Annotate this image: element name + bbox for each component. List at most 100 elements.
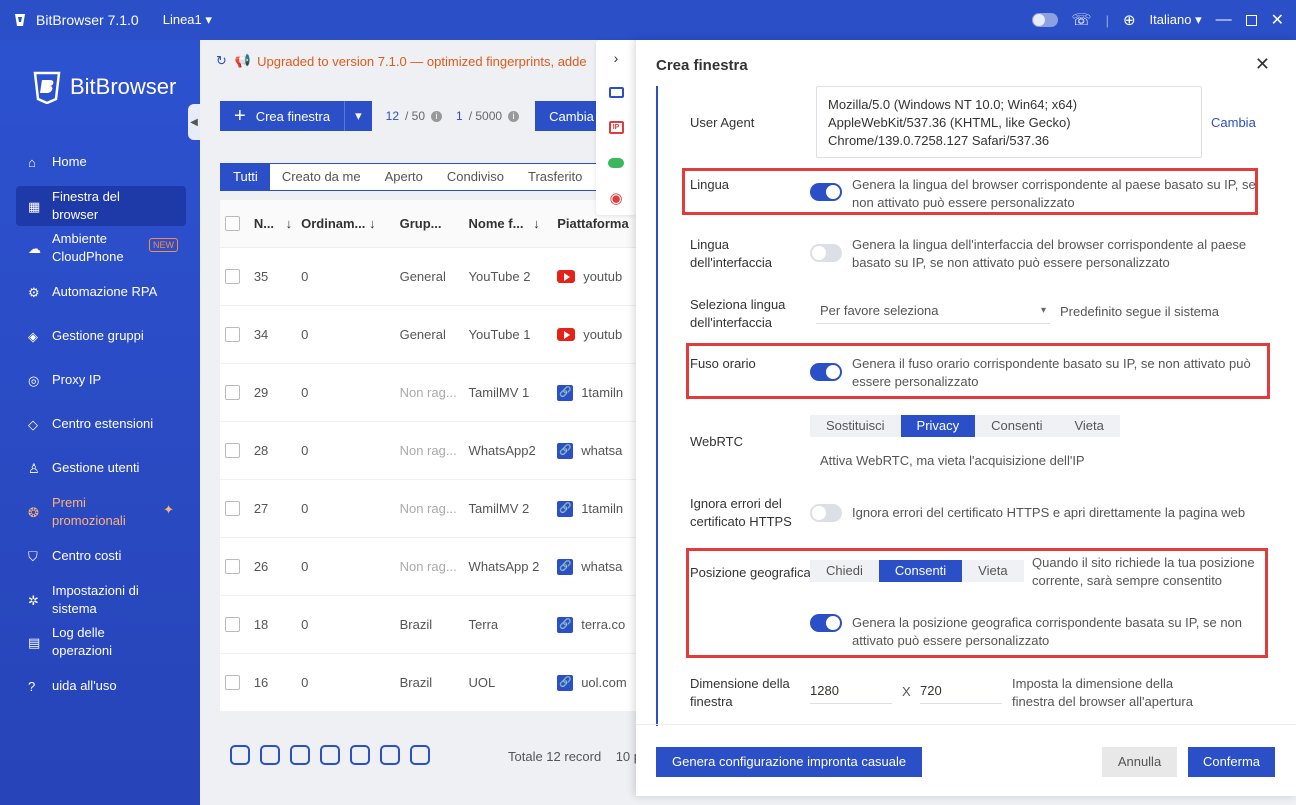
col-name[interactable]: Nome f... ↓: [469, 216, 558, 231]
geolocation-toggle[interactable]: [810, 614, 842, 632]
table-row[interactable]: 26 0 Non rag... WhatsApp 2 🔗 whatsa: [220, 538, 636, 596]
sidebar-item-rpa[interactable]: ⚙ Automazione RPA: [16, 270, 186, 314]
change-user-agent-link[interactable]: Cambia: [1211, 115, 1256, 130]
sidebar-item-proxy[interactable]: ◎ Proxy IP: [16, 358, 186, 402]
sidebar-item-label: Gestione gruppi: [52, 328, 144, 343]
confirm-button[interactable]: Conferma: [1188, 747, 1275, 777]
interface-language-field: Lingua dell'interfaccia Genera la lingua…: [658, 236, 1286, 276]
col-order[interactable]: Ordinam... ↓: [301, 216, 400, 231]
sidebar-item-help[interactable]: ? uida all'uso: [16, 664, 186, 708]
webrtc-option-allow[interactable]: Consenti: [975, 415, 1058, 437]
batch-close-icon[interactable]: [260, 745, 280, 765]
fingerprint-icon[interactable]: ◉: [596, 180, 636, 215]
line-selector[interactable]: Linea1 ▾: [163, 12, 212, 28]
tab-created-by-me[interactable]: Creato da me: [270, 164, 373, 190]
table-row[interactable]: 18 0 Brazil Terra 🔗 terra.co: [220, 596, 636, 654]
select-all-checkbox[interactable]: [225, 216, 240, 231]
table-row[interactable]: 29 0 Non rag... TamilMV 1 🔗 1tamiln: [220, 364, 636, 422]
sidebar-item-promo[interactable]: ❂ Premi promozionali ✦: [16, 492, 186, 532]
window-size-hint-line: finestra del browser all'apertura: [1012, 694, 1193, 709]
generate-random-fingerprint-button[interactable]: Genera configurazione impronta casuale: [656, 747, 923, 777]
batch-open-icon[interactable]: [230, 745, 250, 765]
sidebar-item-settings[interactable]: ✲ Impostazioni di sistema: [16, 580, 186, 620]
row-checkbox[interactable]: [225, 501, 240, 516]
row-no: 16: [253, 675, 269, 690]
support-chat-icon[interactable]: ☏: [1072, 10, 1092, 30]
create-window-label: Crea finestra: [255, 108, 331, 124]
batch-clear-icon[interactable]: [290, 745, 310, 765]
sidebar-item-users[interactable]: ♙ Gestione utenti: [16, 446, 186, 490]
row-name: WhatsApp 2: [468, 559, 540, 574]
location-icon: ◎: [28, 373, 40, 388]
window-height-input[interactable]: 720: [920, 678, 1002, 704]
theme-toggle-icon[interactable]: [1031, 13, 1058, 27]
col-no[interactable]: N... ↓: [254, 216, 301, 231]
timezone-toggle[interactable]: [810, 363, 842, 381]
row-checkbox[interactable]: [225, 443, 240, 458]
table-row[interactable]: 16 0 Brazil UOL 🔗 uol.com: [220, 654, 636, 712]
sidebar-item-logs[interactable]: ▤ Log delle operazioni: [16, 622, 186, 662]
close-icon[interactable]: ✕: [1255, 54, 1270, 75]
refresh-icon[interactable]: ↻: [216, 53, 227, 69]
row-checkbox[interactable]: [225, 269, 240, 284]
interface-language-toggle[interactable]: [810, 244, 842, 262]
table-row[interactable]: 34 0 General YouTube 1 youtub: [220, 306, 636, 364]
table-row[interactable]: 27 0 Non rag... TamilMV 2 🔗 1tamiln: [220, 480, 636, 538]
webrtc-option-replace[interactable]: Sostituisci: [810, 415, 901, 437]
https-errors-toggle[interactable]: [810, 504, 842, 522]
minimize-button[interactable]: —: [1216, 11, 1232, 29]
info-icon[interactable]: i: [508, 110, 520, 122]
sidebar-item-home[interactable]: ⌂ Home: [16, 140, 186, 184]
batch-trash-icon[interactable]: [380, 745, 400, 765]
expand-chevron-icon[interactable]: ›: [596, 40, 636, 75]
interface-language-label: Lingua dell'interfaccia: [690, 236, 800, 272]
cancel-button[interactable]: Annulla: [1102, 747, 1177, 777]
tab-transferred[interactable]: Trasferito: [516, 164, 594, 190]
info-icon[interactable]: i: [431, 110, 443, 122]
monitor-icon[interactable]: [596, 75, 636, 110]
ip-icon[interactable]: IP: [596, 110, 636, 145]
language-selector[interactable]: Italiano ▾: [1150, 12, 1202, 28]
row-checkbox[interactable]: [225, 559, 240, 574]
geo-option-block[interactable]: Vieta: [962, 560, 1023, 582]
toggle-icon[interactable]: [596, 145, 636, 180]
row-checkbox[interactable]: [225, 675, 240, 690]
sidebar-item-extensions[interactable]: ◇ Centro estensioni: [16, 402, 186, 446]
window-width-input[interactable]: 1280: [810, 678, 892, 704]
geo-option-ask[interactable]: Chiedi: [810, 560, 879, 582]
language-toggle[interactable]: [810, 183, 842, 201]
row-checkbox[interactable]: [225, 385, 240, 400]
interface-language-select[interactable]: Per favore seleziona: [816, 298, 1050, 324]
create-window-button[interactable]: + Crea finestra: [220, 101, 345, 131]
total-count: 1: [456, 109, 463, 123]
sidebar-item-cloudphone[interactable]: ☁ Ambiente CloudPhone NEW: [16, 228, 186, 268]
user-agent-textarea[interactable]: Mozilla/5.0 (Windows NT 10.0; Win64; x64…: [816, 86, 1202, 158]
sidebar-item-costs[interactable]: ⛉ Centro costi: [16, 534, 186, 578]
webrtc-option-block[interactable]: Vieta: [1058, 415, 1119, 437]
table-row[interactable]: 28 0 Non rag... WhatsApp2 🔗 whatsa: [220, 422, 636, 480]
col-group[interactable]: Grup...: [400, 216, 469, 231]
https-errors-label: Ignora errori del certificato HTTPS: [690, 495, 800, 531]
timezone-field: Fuso orario Genera il fuso orario corris…: [658, 343, 1286, 399]
tab-all[interactable]: Tutti: [221, 164, 270, 190]
row-order: 0: [301, 675, 309, 690]
row-checkbox[interactable]: [225, 617, 240, 632]
tab-shared[interactable]: Condiviso: [435, 164, 516, 190]
sidebar-item-groups[interactable]: ◈ Gestione gruppi: [16, 314, 186, 358]
batch-delete-icon[interactable]: [410, 745, 430, 765]
sidebar-item-browser-window[interactable]: ▦ Finestra del browser: [16, 186, 186, 226]
row-group: General: [399, 327, 446, 342]
tab-open[interactable]: Aperto: [373, 164, 435, 190]
webrtc-option-privacy[interactable]: Privacy: [900, 415, 976, 437]
collapse-sidebar-button[interactable]: ◀: [188, 104, 200, 140]
batch-window-icon[interactable]: [350, 745, 370, 765]
maximize-button[interactable]: [1245, 14, 1257, 26]
table-row[interactable]: 35 0 General YouTube 2 youtub: [220, 248, 636, 306]
batch-move-icon[interactable]: [320, 745, 340, 765]
geo-option-allow[interactable]: Consenti: [878, 560, 963, 582]
close-window-button[interactable]: ✕: [1271, 10, 1284, 30]
row-checkbox[interactable]: [225, 327, 240, 342]
geolocation-hint: Quando il sito richiede la tua posizione…: [1032, 554, 1255, 590]
create-dropdown-button[interactable]: ▾: [344, 101, 372, 131]
col-platform[interactable]: Piattaforma: [557, 216, 636, 231]
